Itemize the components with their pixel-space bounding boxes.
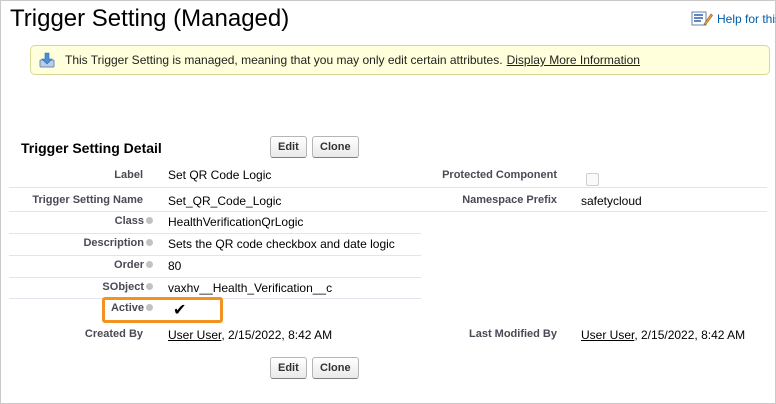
section-title: Trigger Setting Detail <box>21 140 162 156</box>
description-info-icon[interactable] <box>146 238 153 246</box>
banner-message: This Trigger Setting is managed, meaning… <box>65 53 503 67</box>
created-by-value: User User, 2/15/2022, 8:42 AM <box>168 328 332 342</box>
trigger-setting-name-label: Trigger Setting Name <box>32 194 143 206</box>
namespace-prefix-label: Namespace Prefix <box>462 194 557 206</box>
order-value: 80 <box>168 259 182 273</box>
row-divider <box>9 211 767 212</box>
class-value: HealthVerificationQrLogic <box>168 215 304 229</box>
row-divider <box>9 187 767 188</box>
page-title: Trigger Setting (Managed) <box>10 5 290 32</box>
clone-button[interactable]: Clone <box>312 136 359 158</box>
created-by-user-link[interactable]: User User <box>168 328 221 342</box>
last-modified-by-label: Last Modified By <box>468 328 557 340</box>
label-field-value: Set QR Code Logic <box>168 168 272 182</box>
last-modified-by-value: User User, 2/15/2022, 8:42 AM <box>581 328 745 342</box>
modified-by-user-link[interactable]: User User <box>581 328 634 342</box>
row-divider <box>9 233 421 234</box>
sobject-value: vaxhv__Health_Verification__c <box>168 281 333 295</box>
sobject-label: SObject <box>102 281 153 293</box>
class-info-icon[interactable] <box>146 216 153 224</box>
clone-button-bottom[interactable]: Clone <box>312 357 359 379</box>
created-by-date: , 2/15/2022, 8:42 AM <box>221 328 333 342</box>
order-label: Order <box>114 259 153 271</box>
help-link[interactable]: Help for this <box>691 11 776 27</box>
namespace-prefix-value: safetycloud <box>581 194 642 208</box>
protected-component-label: Protected Component <box>442 169 557 181</box>
modified-by-date: , 2/15/2022, 8:42 AM <box>634 328 746 342</box>
trigger-setting-name-value: Set_QR_Code_Logic <box>168 194 282 208</box>
row-divider <box>9 277 421 278</box>
description-value: Sets the QR code checkbox and date logic <box>168 237 395 251</box>
active-field-highlight <box>102 297 223 323</box>
managed-info-banner: This Trigger Setting is managed, meaning… <box>30 45 770 75</box>
help-icon <box>691 11 713 26</box>
label-field-label: Label <box>114 169 143 181</box>
class-label: Class <box>115 215 153 227</box>
edit-button-bottom[interactable]: Edit <box>270 357 307 379</box>
row-divider <box>9 255 421 256</box>
protected-component-checkbox <box>586 173 599 186</box>
help-label[interactable]: Help for this <box>717 12 776 26</box>
created-by-label: Created By <box>84 328 143 340</box>
sobject-info-icon[interactable] <box>146 282 153 290</box>
download-icon <box>39 52 55 68</box>
order-info-icon[interactable] <box>146 260 153 268</box>
display-more-info-link[interactable]: Display More Information <box>507 53 640 67</box>
description-label: Description <box>83 237 153 249</box>
edit-button[interactable]: Edit <box>270 136 307 158</box>
